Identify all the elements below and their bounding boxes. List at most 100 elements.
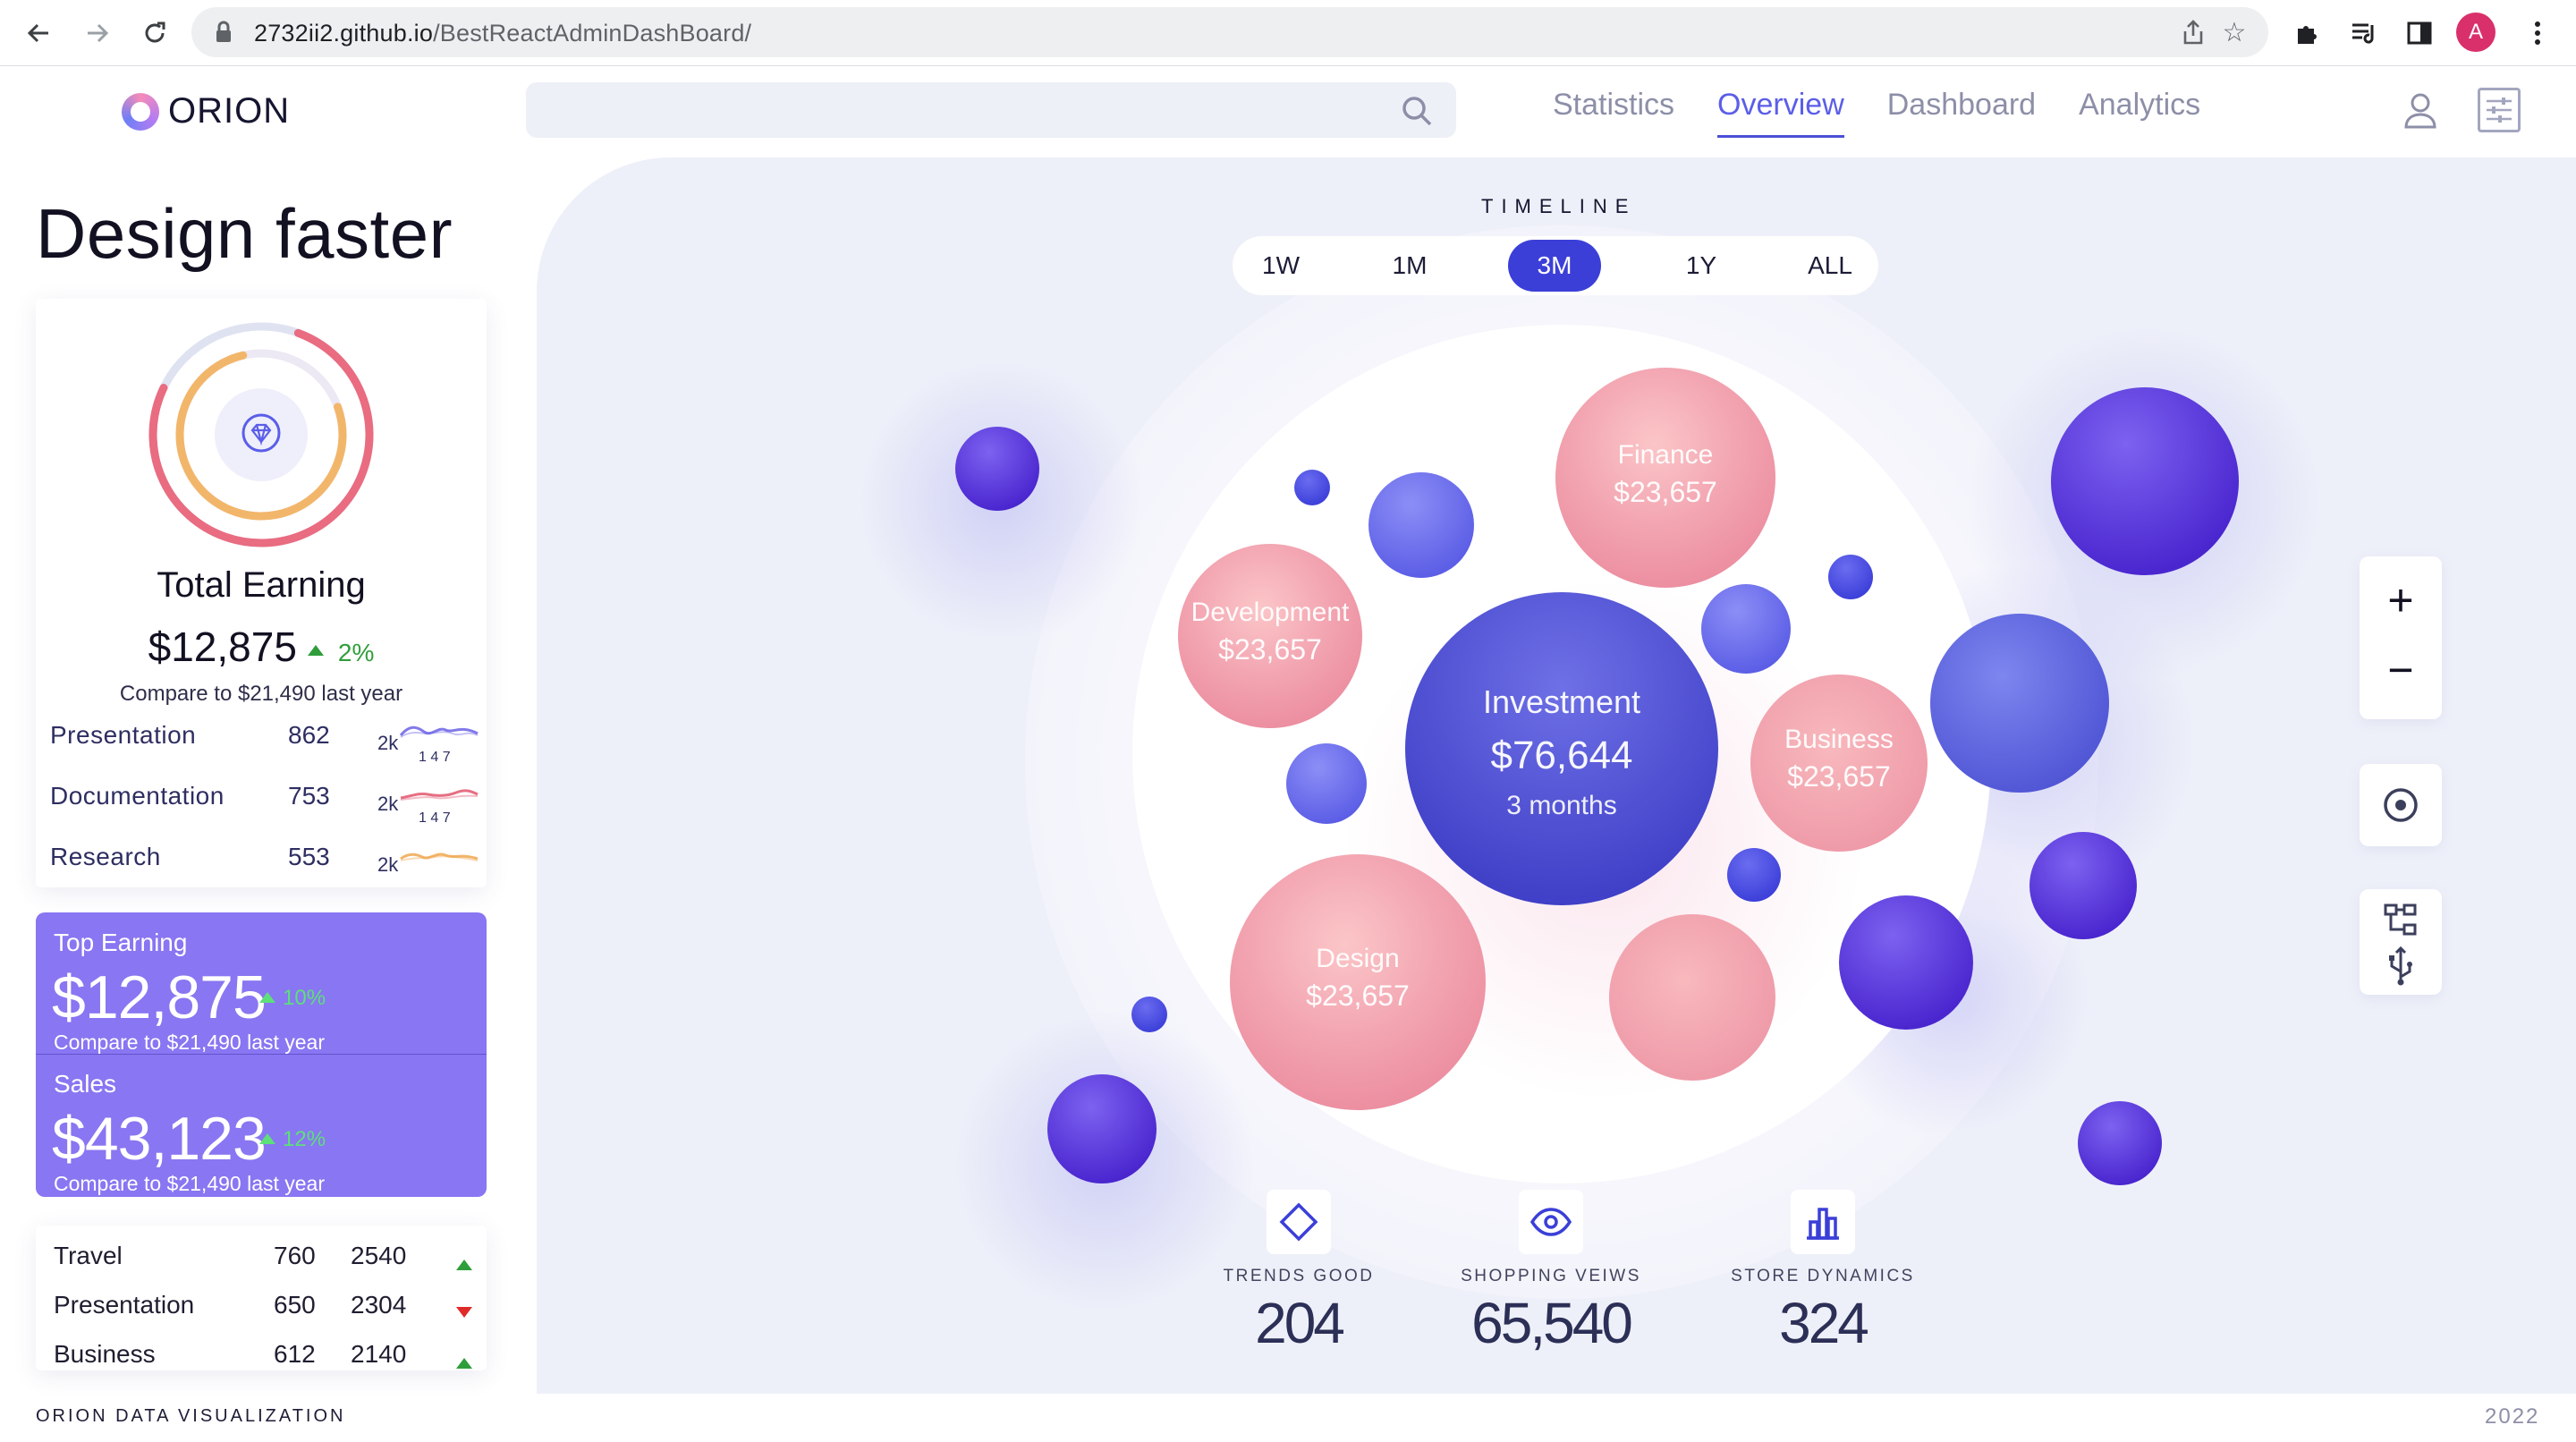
list-item-count: 650 (274, 1291, 316, 1319)
timeline-option-1m[interactable]: 1M (1363, 240, 1456, 292)
search-bar[interactable] (526, 82, 1456, 138)
stat-row-research[interactable]: Research 553 2k (50, 837, 479, 891)
reload-icon[interactable] (134, 13, 175, 54)
stat-unit: 2k (377, 853, 399, 876)
timeline-label: TIMELINE (1481, 195, 1637, 217)
sales-delta: 12% (283, 1127, 326, 1151)
kpi-label: STORE DYNAMICS (1731, 1267, 1915, 1285)
sidebar-icon[interactable] (2399, 13, 2440, 54)
extensions-icon[interactable] (2286, 13, 2327, 54)
top-navigation: Statistics Overview Dashboard Analytics (1553, 88, 2243, 138)
list-item-count: 612 (274, 1340, 316, 1368)
stat-unit: 2k (377, 732, 399, 754)
kpi-icon-box[interactable] (1791, 1190, 1855, 1254)
kpi-icon-box[interactable] (1267, 1190, 1331, 1254)
sparkline-presentation (399, 725, 479, 738)
top-earning-value: $12,875 (52, 963, 267, 1031)
design-label: Design $23,657 (1268, 944, 1447, 1013)
search-icon[interactable] (1399, 93, 1435, 129)
stat-row-presentation[interactable]: Presentation 862 2k 1 4 7 (50, 716, 479, 769)
profile-avatar[interactable]: A (2456, 13, 2496, 52)
usb-icon[interactable] (2385, 946, 2417, 986)
stat-value: 862 (288, 721, 330, 749)
tools-controls (2360, 889, 2442, 995)
list-item-total: 2140 (351, 1340, 407, 1368)
total-earning-card: Total Earning $12,875 2% Compare to $21,4… (36, 299, 487, 887)
media-icon[interactable] (2343, 13, 2385, 54)
investment-label: Investment $76,644 3 months (1428, 683, 1696, 821)
sparkline-research (400, 852, 479, 861)
tab-statistics[interactable]: Statistics (1553, 88, 1674, 138)
bubble-name: Design (1316, 944, 1400, 973)
stat-value: 753 (288, 782, 330, 810)
star-icon[interactable]: ☆ (2218, 16, 2250, 48)
hierarchy-icon[interactable] (2383, 902, 2419, 937)
bubble-name: Finance (1617, 440, 1714, 470)
brand-logo[interactable]: ORION (122, 91, 290, 131)
kpi-store-dynamics: STORE DYNAMICS 324 (1707, 1190, 1939, 1356)
sales-label: Sales (54, 1070, 117, 1098)
sales-compare: Compare to $21,490 last year (54, 1172, 326, 1195)
stat-label: Presentation (50, 721, 197, 749)
timeline-option-3m[interactable]: 3M (1508, 240, 1601, 292)
settings-sliders-icon[interactable] (2478, 88, 2521, 132)
url-path: /BestReactAdminDashBoard/ (433, 20, 752, 47)
address-bar[interactable]: 2732ii2.github.io/BestReactAdminDashBoar… (191, 7, 2268, 57)
tab-dashboard[interactable]: Dashboard (1887, 88, 2036, 138)
up-arrow-icon (307, 645, 324, 656)
tab-overview[interactable]: Overview (1717, 88, 1844, 138)
orion-logo-icon (122, 92, 159, 131)
bubble-value: $23,657 (1306, 980, 1410, 1012)
sales-delta-row: 12% (259, 1127, 326, 1152)
kpi-value: 204 (1255, 1291, 1345, 1355)
tab-analytics[interactable]: Analytics (2079, 88, 2200, 138)
share-icon[interactable] (2177, 16, 2209, 48)
bubble-name: Investment (1482, 683, 1641, 720)
top-earning-delta: 10% (283, 986, 326, 1010)
sparkline-ticks: 1 4 7 (419, 750, 451, 765)
top-earning-compare: Compare to $21,490 last year (54, 1031, 326, 1054)
list-item-count: 760 (274, 1242, 316, 1269)
user-icon[interactable] (2402, 91, 2438, 131)
diamond-icon (1279, 1202, 1318, 1242)
category-list-card: Travel 760 2540 Presentation 650 2304 Bu… (36, 1226, 487, 1370)
timeline-option-1w[interactable]: 1W (1234, 240, 1327, 292)
total-earning-delta: 2% (337, 639, 375, 666)
bubble-name: Development (1191, 598, 1350, 627)
stat-unit: 2k (377, 793, 399, 815)
list-item-name: Presentation (54, 1291, 195, 1319)
back-icon[interactable] (18, 13, 59, 54)
sparkline-documentation (400, 789, 479, 801)
top-earning-delta-row: 10% (259, 986, 326, 1011)
list-item-total: 2540 (351, 1242, 407, 1269)
stat-row-documentation[interactable]: Documentation 753 2k 1 4 7 (50, 776, 479, 830)
zoom-in-button[interactable]: + (2360, 569, 2442, 632)
list-item[interactable]: Business 612 2140 (54, 1340, 474, 1385)
top-earning-label: Top Earning (54, 929, 188, 956)
diamond-icon (242, 413, 281, 453)
bubble-value: $23,657 (1787, 760, 1891, 793)
kpi-icon-box[interactable] (1519, 1190, 1583, 1254)
development-label: Development $23,657 (1172, 598, 1368, 666)
recenter-button[interactable] (2360, 764, 2442, 846)
list-item[interactable]: Presentation 650 2304 (54, 1291, 474, 1336)
list-item-name: Business (54, 1340, 156, 1368)
stat-label: Research (50, 843, 161, 870)
url-text[interactable]: 2732ii2.github.io/BestReactAdminDashBoar… (254, 20, 751, 47)
up-arrow-icon (259, 992, 275, 1003)
zoom-controls: + − (2360, 556, 2442, 719)
bubble-value: $23,657 (1218, 633, 1322, 666)
timeline-option-all[interactable]: ALL (1784, 240, 1877, 292)
forward-icon[interactable] (77, 13, 118, 54)
search-input[interactable] (544, 91, 1385, 129)
brand-name: ORION (168, 91, 291, 131)
list-item[interactable]: Travel 760 2540 (54, 1242, 474, 1286)
url-host: 2732ii2.github.io (254, 20, 434, 47)
list-item-total: 2304 (351, 1291, 407, 1319)
eye-icon (1530, 1208, 1572, 1236)
menu-icon[interactable] (2517, 13, 2558, 54)
timeline-option-1y[interactable]: 1Y (1655, 240, 1748, 292)
trend-up-icon (456, 1358, 472, 1369)
timeline-selector: 1W 1M 3M 1Y ALL (1233, 236, 1878, 295)
zoom-out-button[interactable]: − (2360, 639, 2442, 701)
